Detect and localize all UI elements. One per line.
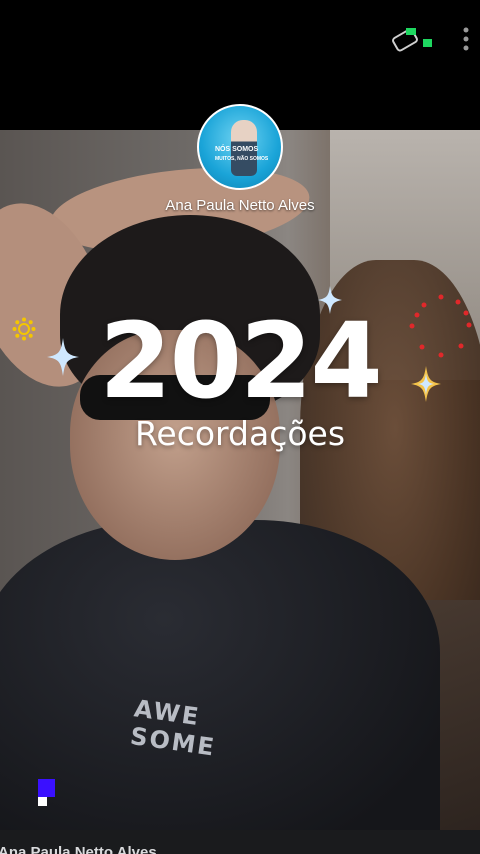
photo-shirt xyxy=(0,520,440,830)
avatar-caption-line1: NÓS SOMOS xyxy=(215,146,259,153)
memory-photo[interactable]: AWE SOME xyxy=(0,130,480,830)
pixel-sticker xyxy=(38,779,55,797)
sun-doodle-icon xyxy=(12,317,36,341)
avatar-caption-line2: MUITOS, NÃO SOMOS xyxy=(215,156,269,162)
footer-name: Ana Paula Netto Alves xyxy=(0,844,157,854)
sparkle-icon xyxy=(318,286,342,314)
profile-avatar[interactable]: NÓS SOMOS MUITOS, NÃO SOMOS xyxy=(197,104,283,190)
profile-name[interactable]: Ana Paula Netto Alves xyxy=(0,197,480,214)
tag-icon[interactable] xyxy=(392,27,432,53)
red-dots-doodle-icon xyxy=(409,294,472,358)
bottom-bar: Ana Paula Netto Alves xyxy=(0,830,480,854)
pixel-sticker xyxy=(38,797,47,806)
more-vertical-icon[interactable] xyxy=(458,26,474,54)
sparkle-icon xyxy=(47,338,79,376)
memories-title: Recordações xyxy=(134,414,346,453)
shirt-print: AWE SOME xyxy=(129,694,222,761)
sparkle-icon xyxy=(411,366,441,402)
